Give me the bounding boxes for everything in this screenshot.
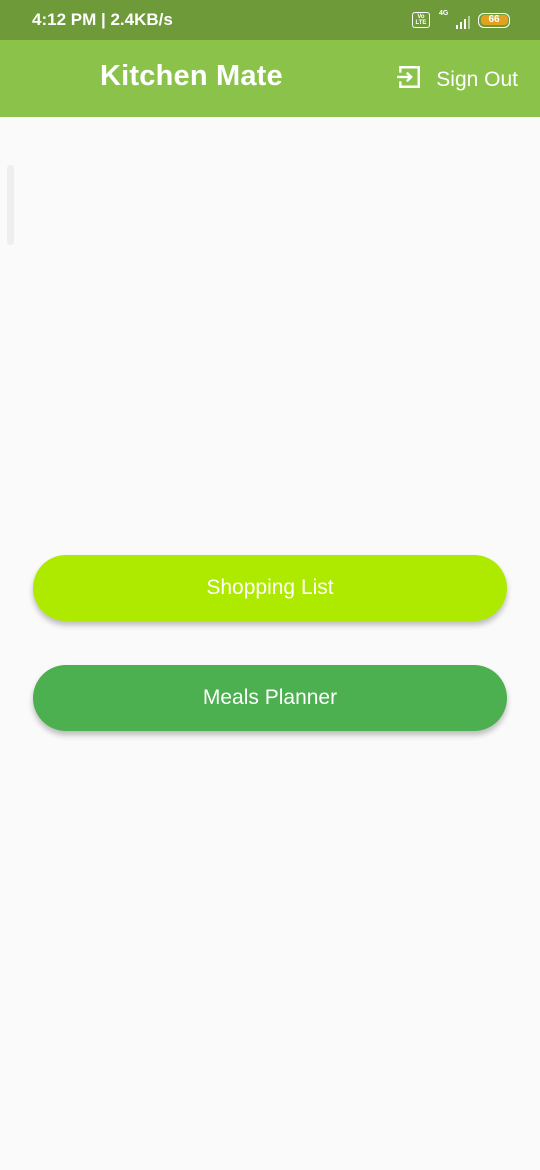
status-icons: Vo LTE 4G 66 xyxy=(412,10,510,29)
scroll-indicator[interactable] xyxy=(7,165,14,245)
status-bar: 4:12 PM | 2.4KB/s Vo LTE 4G 66 xyxy=(0,0,540,40)
signal-icon: 4G xyxy=(438,10,470,29)
battery-icon: 66 xyxy=(478,12,510,28)
shopping-list-button[interactable]: Shopping List xyxy=(33,555,507,621)
status-time-speed: 4:12 PM | 2.4KB/s xyxy=(32,10,173,29)
app-title: Kitchen Mate xyxy=(100,60,283,92)
battery-level: 66 xyxy=(480,15,508,25)
sign-out-label: Sign Out xyxy=(436,67,518,91)
exit-icon xyxy=(396,64,422,95)
volte-icon: Vo LTE xyxy=(412,12,430,28)
sign-out-button[interactable]: Sign Out xyxy=(396,64,518,95)
meals-planner-button[interactable]: Meals Planner xyxy=(33,665,507,731)
network-label: 4G xyxy=(439,10,449,17)
app-bar: Kitchen Mate Sign Out xyxy=(0,40,540,117)
